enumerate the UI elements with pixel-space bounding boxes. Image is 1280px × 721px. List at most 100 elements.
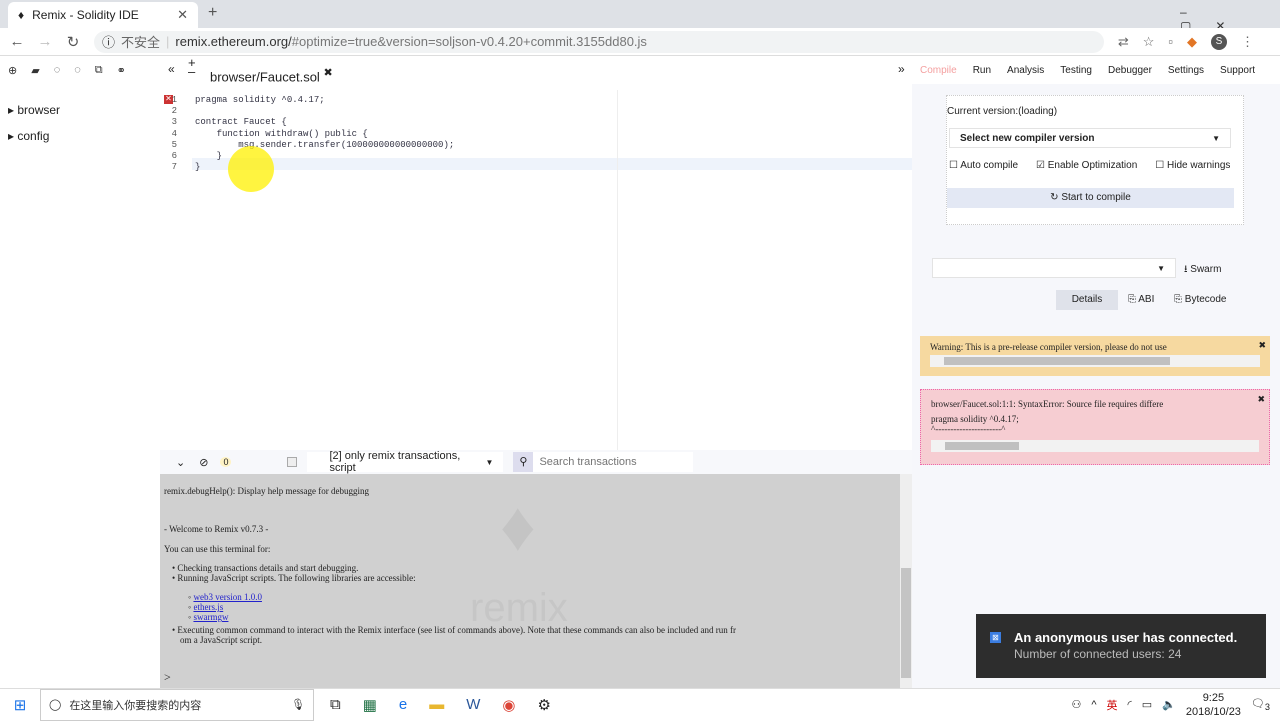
filter-select[interactable]: [2] only remix transactions, script ▼ [307, 450, 504, 474]
ethereum-logo-icon: ♦ [500, 489, 536, 566]
compiler-version-select[interactable]: Select new compiler version ▼ [949, 128, 1231, 148]
github-publish-icon[interactable]: ◌ [54, 64, 61, 77]
hide-warnings-checkbox[interactable]: ☐ Hide warnings [1155, 160, 1230, 171]
menu-icon[interactable]: ⋮ [1241, 34, 1254, 50]
code-editor[interactable]: ✕ 1 pragma solidity ^0.4.17; 2 3 contract Fa… [160, 90, 912, 450]
browser-tab[interactable]: ♦ Remix - Solidity IDE ✕ [8, 2, 198, 28]
folder-label: config [17, 129, 50, 143]
reload-icon[interactable]: ↻ [62, 33, 84, 51]
avatar[interactable]: S [1211, 33, 1227, 50]
terminal-line: - Welcome to Remix v0.7.3 - [164, 524, 269, 534]
code-text: } [195, 162, 201, 173]
volume-icon[interactable]: 🔈 [1162, 698, 1176, 711]
enable-optimization-checkbox[interactable]: ☑ Enable Optimization [1036, 160, 1137, 171]
code-text: } [195, 150, 223, 161]
metamask-icon[interactable]: ◆ [1187, 34, 1197, 50]
line-number: 3 [171, 117, 177, 128]
star-icon[interactable]: ☆ [1143, 34, 1155, 50]
tab-support[interactable]: Support [1212, 65, 1263, 76]
url-input[interactable]: ⓘ 不安全 | remix.ethereum.org/#optimize=true… [94, 30, 1104, 53]
translate-icon[interactable]: ⇄ [1118, 34, 1129, 50]
terminal-line: Executing common command to interact wit… [177, 625, 736, 635]
new-file-icon[interactable]: ⊕ [8, 64, 17, 77]
collapse-right-icon[interactable]: » [898, 62, 905, 76]
close-tab-icon[interactable]: ✕ [177, 7, 188, 23]
people-icon[interactable]: ⚇ [1071, 698, 1081, 711]
ime-indicator[interactable]: 英 [1107, 697, 1118, 713]
close-error-icon[interactable]: ✖ [1257, 394, 1265, 405]
search-transactions-input[interactable] [533, 452, 694, 472]
error-scrollbar[interactable] [931, 440, 1259, 452]
mic-icon[interactable]: 🎙 [291, 698, 305, 711]
show-hidden-icon[interactable]: ^ [1091, 699, 1096, 711]
collapse-terminal-icon[interactable]: ⌄ [176, 456, 185, 469]
folder-config[interactable]: ▸ config [0, 123, 160, 149]
back-icon[interactable]: ← [6, 33, 28, 50]
extension-icon[interactable]: ▫ [1168, 34, 1173, 50]
button-label: Bytecode [1184, 294, 1227, 305]
notification-icon: ⊠ [990, 632, 1001, 643]
close-file-icon[interactable]: ✖ [323, 67, 332, 79]
folder-browser[interactable]: ▸ browser [0, 97, 160, 123]
explorer-icon[interactable]: ▬ [429, 696, 444, 714]
excel-icon[interactable]: ▦ [363, 696, 377, 714]
line-number: 7 [171, 162, 177, 173]
close-warning-icon[interactable]: ✖ [1258, 340, 1266, 351]
forward-icon[interactable]: → [34, 33, 56, 50]
task-view-icon[interactable]: ⧉ [330, 696, 341, 714]
terminal-prompt[interactable]: > [164, 670, 171, 685]
github-icon[interactable]: ◌ [74, 64, 81, 77]
details-button[interactable]: Details [1056, 290, 1118, 310]
edge-icon[interactable]: e [399, 696, 407, 714]
button-label: ABI [1138, 294, 1155, 305]
code-line: 4 function withdraw() public { [172, 128, 895, 140]
tab-compile[interactable]: Compile [912, 65, 965, 76]
web3-link[interactable]: web3 version 1.0.0 [193, 592, 262, 602]
chrome-icon[interactable]: ◉ [502, 696, 515, 714]
auto-compile-checkbox[interactable]: ☐ Auto compile [949, 160, 1018, 171]
swarmgw-link[interactable]: swarmgw [193, 612, 228, 622]
clear-icon[interactable]: ⊘ [199, 456, 208, 469]
ethers-link[interactable]: ethers.js [193, 602, 223, 612]
tab-debugger[interactable]: Debugger [1100, 65, 1160, 76]
bytecode-button[interactable]: ⎘ Bytecode [1174, 294, 1226, 305]
word-icon[interactable]: W [466, 696, 480, 714]
swarm-button[interactable]: ⭳ Swarm [1184, 262, 1221, 279]
settings-icon[interactable]: ⚙ [538, 696, 551, 714]
file-explorer: ⊕ ▰ ◌ ◌ ⧉ ⚭ ▸ browser ▸ config [0, 56, 160, 688]
taskbar-search[interactable]: ◯ 在这里输入你要搜索的内容 🎙 [40, 688, 314, 721]
tab-settings[interactable]: Settings [1160, 65, 1212, 76]
listen-checkbox[interactable] [287, 457, 298, 467]
editor-tab-label: browser/Faucet.sol [210, 69, 320, 85]
notifications-icon[interactable]: 🗨3 [1251, 697, 1270, 712]
battery-icon[interactable]: ▭ [1142, 698, 1152, 711]
tab-run[interactable]: Run [965, 65, 999, 76]
terminal-line: om a JavaScript script. [180, 635, 262, 645]
tab-testing[interactable]: Testing [1052, 65, 1100, 76]
clock-date[interactable]: 2018/10/23 [1186, 705, 1241, 719]
copy-icon[interactable]: ⧉ [95, 64, 103, 77]
notification-toast[interactable]: ⊠ An anonymous user has connected. Numbe… [976, 614, 1266, 678]
contract-select[interactable]: ▼ [932, 258, 1176, 278]
editor-tab[interactable]: browser/Faucet.sol ✖ [204, 64, 339, 87]
search-icon: ⚲ [513, 452, 534, 472]
collapse-left-icon[interactable]: « [168, 62, 175, 76]
clock-time[interactable]: 9:25 [1186, 691, 1241, 705]
start-compile-button[interactable]: ↻ Start to compile [947, 188, 1234, 208]
warning-text: Warning: This is a pre-release compiler … [930, 342, 1167, 352]
new-tab-icon[interactable]: + [208, 4, 217, 22]
panel-tabs: Compile Run Analysis Testing Debugger Setting… [912, 56, 1280, 84]
tab-analysis[interactable]: Analysis [999, 65, 1052, 76]
zoom-icon[interactable]: + – [188, 56, 196, 78]
link-icon[interactable]: ⚭ [117, 64, 126, 77]
abi-button[interactable]: ⎘ ABI [1128, 294, 1154, 305]
terminal-scrollbar[interactable] [900, 474, 912, 688]
open-folder-icon[interactable]: ▰ [31, 64, 39, 77]
warning-scrollbar[interactable] [930, 355, 1260, 367]
windows-start-icon[interactable]: ⊞ [0, 696, 40, 714]
line-number: 1 [171, 95, 177, 105]
code-line: 5 msg.sender.transfer(100000000000000000… [172, 140, 895, 151]
code-text: function withdraw() public { [195, 128, 368, 139]
select-value: Select new compiler version [960, 132, 1095, 144]
wifi-icon[interactable]: ◜ [1128, 698, 1132, 711]
